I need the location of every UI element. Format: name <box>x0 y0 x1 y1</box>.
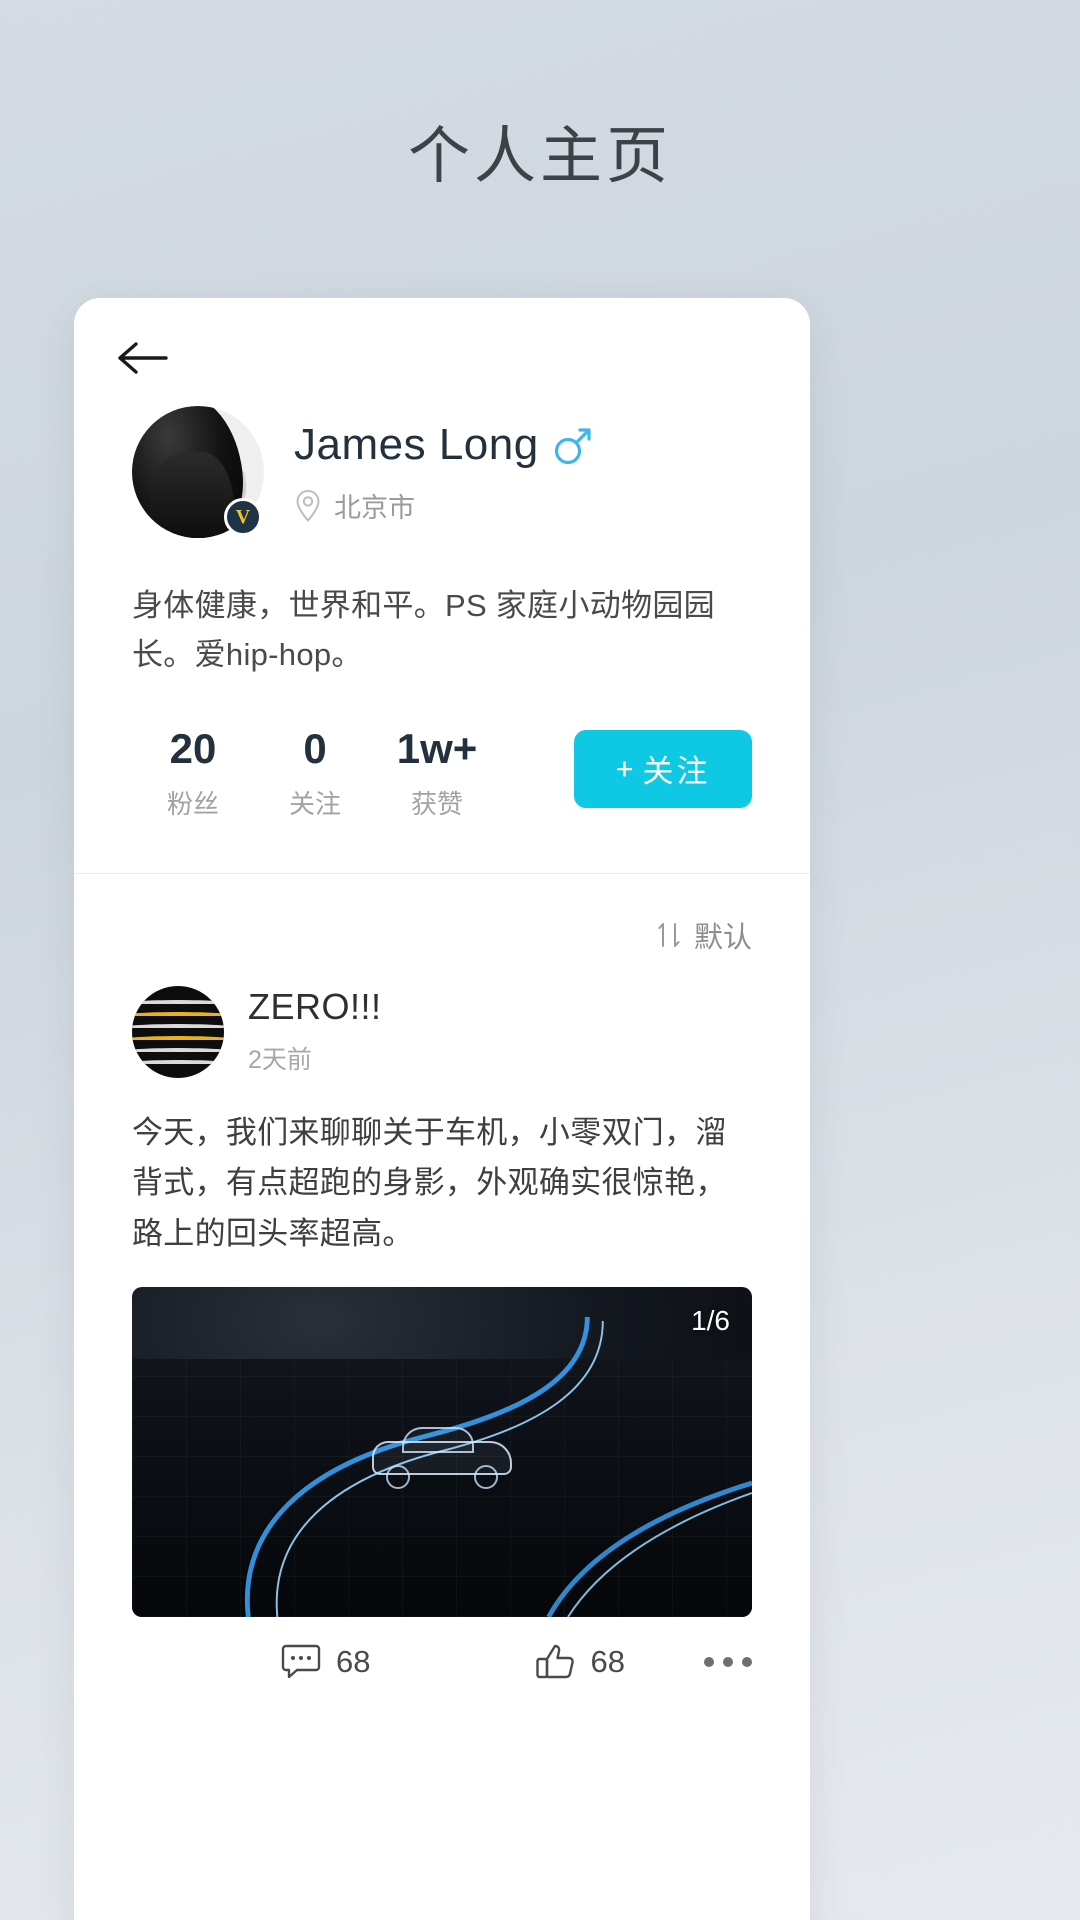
profile-section: V James Long 北京市 身体健康，世界和平。PS 家庭小动物园园长。爱… <box>74 378 810 873</box>
profile-header: V James Long 北京市 <box>132 406 752 538</box>
post-timestamp: 2天前 <box>248 1046 312 1075</box>
sort-updown-icon <box>658 923 680 948</box>
comment-icon <box>281 1644 321 1678</box>
post-header: ZERO!!! 2天前 <box>132 986 752 1079</box>
page-title: 个人主页 <box>407 122 672 191</box>
sort-label: 默认 <box>693 922 752 955</box>
post-media[interactable]: 1/6 <box>132 1286 752 1617</box>
post-author-avatar[interactable] <box>132 986 224 1079</box>
stat-followers[interactable]: 20 粉丝 <box>132 724 254 821</box>
stat-label: 关注 <box>288 789 341 820</box>
stat-value: 0 <box>303 724 327 772</box>
follow-button-label: 关注 <box>642 754 711 790</box>
stat-label: 获赞 <box>410 789 463 820</box>
thumbs-up-icon <box>536 1644 575 1678</box>
stats-row: 20 粉丝 0 关注 1w+ 获赞 + 关注 <box>132 724 752 873</box>
media-counter: 1/6 <box>691 1304 730 1336</box>
plus-icon: + <box>615 750 637 786</box>
stat-likes[interactable]: 1w+ 获赞 <box>376 724 498 821</box>
post-body-text: 今天，我们来聊聊关于车机，小零双门，溜背式，有点超跑的身影，外观确实很惊艳，路上… <box>132 1115 727 1251</box>
post: ZERO!!! 2天前 今天，我们来聊聊关于车机，小零双门，溜背式，有点超跑的身… <box>74 986 810 1691</box>
stat-value: 1w+ <box>396 724 478 772</box>
avatar-wrapper[interactable]: V <box>132 406 264 538</box>
profile-card: V James Long 北京市 身体健康，世界和平。PS 家庭小动物园园长。爱… <box>74 298 810 1920</box>
user-name: James Long <box>294 420 539 469</box>
post-author-meta: ZERO!!! 2天前 <box>248 986 382 1076</box>
male-symbol-icon <box>554 428 591 465</box>
location-row: 北京市 <box>294 486 591 525</box>
like-action[interactable]: 68 <box>534 1643 625 1681</box>
location-text: 北京市 <box>334 493 415 523</box>
profile-bio: 身体健康，世界和平。PS 家庭小动物园园长。爱hip-hop。 <box>132 588 715 672</box>
follow-button[interactable]: + 关注 <box>574 729 752 808</box>
profile-meta: James Long 北京市 <box>264 406 591 525</box>
nav-bar <box>74 298 810 378</box>
verified-badge-icon: V <box>224 498 262 536</box>
post-author-name: ZERO!!! <box>248 986 382 1028</box>
comment-count: 68 <box>336 1643 371 1679</box>
like-count: 68 <box>590 1643 625 1679</box>
avatar-hair-shape-secondary <box>150 452 234 538</box>
stat-value: 20 <box>169 724 217 772</box>
name-row: James Long <box>294 420 591 470</box>
stat-following[interactable]: 0 关注 <box>254 724 376 821</box>
more-horizontal-icon <box>704 1656 752 1667</box>
media-car-graphic <box>372 1427 512 1490</box>
arrow-left-icon <box>118 342 168 374</box>
back-button[interactable] <box>116 338 810 378</box>
comment-action[interactable]: 68 <box>280 1643 370 1681</box>
stat-label: 粉丝 <box>166 789 219 820</box>
post-actions: 68 68 <box>132 1643 752 1691</box>
map-pin-icon <box>296 489 320 522</box>
sort-row[interactable]: 默认 <box>74 874 810 986</box>
more-options-button[interactable] <box>704 1656 752 1667</box>
